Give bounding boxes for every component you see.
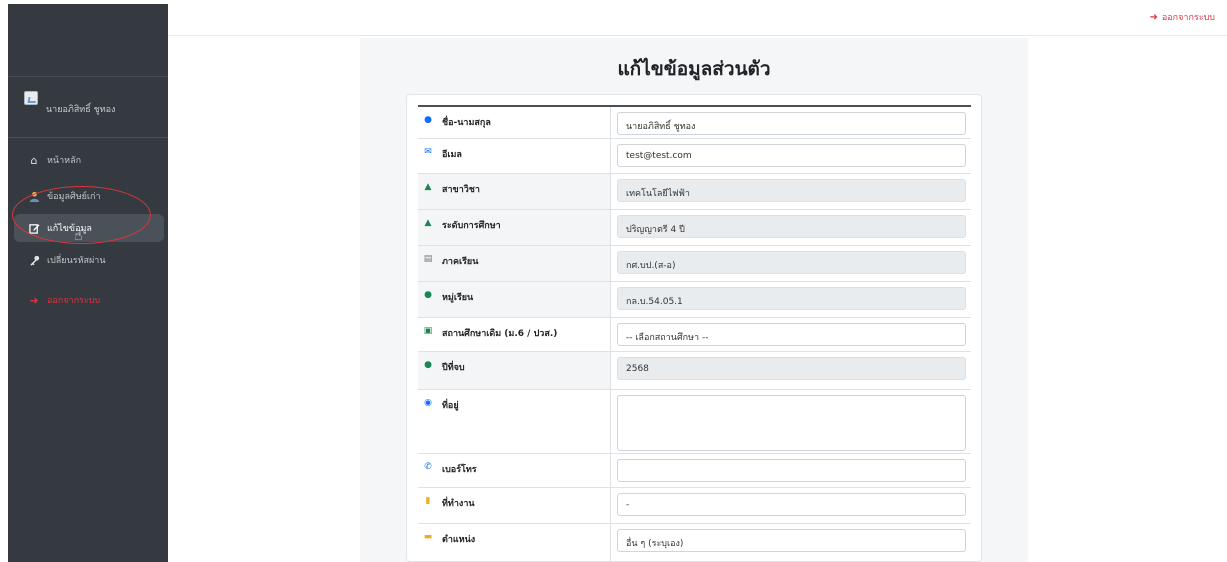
form-row-major: ▲ สาขาวิชา เทคโนโลยีไฟฟ้า [418,173,971,209]
major-field: เทคโนโลยีไฟฟ้า [617,179,966,202]
phone-icon: ✆ [424,462,432,472]
main-panel: แก้ไขข้อมูลส่วนตัว ● ชื่อ-นามสกุล นายอภิ… [360,38,1028,562]
form-row-workplace: ▮ ที่ทำงาน - [418,487,971,523]
users-icon: ● [424,290,432,300]
sidebar-logout-label: ออกจากระบบ [47,296,101,306]
sidebar-item-label: เปลี่ยนรหัสผ่าน [47,256,106,266]
form-row-address: ◉ ที่อยู่ [418,389,971,453]
home-icon: ⌂ [30,153,38,167]
topbar-logout-link[interactable]: ➜ ออกจากระบบ [1149,10,1215,24]
building-icon: ▮ [425,496,431,506]
sidebar-item-home[interactable]: ⌂ หน้าหลัก [14,146,164,174]
avatar [24,91,38,105]
sidebar-user-box: นายอภิสิทธิ์ ชูทอง [8,76,168,138]
previous-school-select[interactable]: -- เลือกสถานศึกษา -- [617,323,966,346]
map-marker-icon: ◉ [424,398,432,408]
form-label: ● ชื่อ-นามสกุล [418,107,611,138]
form-row-phone: ✆ เบอร์โทร [418,453,971,487]
form-label: ✉ อีเมล [418,139,611,173]
form-row-semester: ▤ ภาคเรียน กศ.บป.(ส-อ) [418,245,971,281]
form-label: ▲ สาขาวิชา [418,174,611,209]
class-group-field: กล.บ.54.05.1 [617,287,966,310]
form-row-fullname: ● ชื่อ-นามสกุล นายอภิสิทธิ์ ชูทอง [418,105,971,138]
form-label: ● ปีที่จบ [418,352,611,389]
position-select[interactable]: อื่น ๆ (ระบุเอง) [617,529,966,552]
sidebar-item-label: หน้าหลัก [47,156,82,166]
profile-form-card: ● ชื่อ-นามสกุล นายอภิสิทธิ์ ชูทอง ✉ อีเม… [406,94,982,562]
page-title: แก้ไขข้อมูลส่วนตัว [617,58,771,80]
graduation-year-field: 2568 [617,357,966,380]
address-textarea[interactable] [617,395,966,451]
phone-input[interactable] [617,459,966,482]
form-label: ▣ สถานศึกษาเดิม (ม.6 / ปวส.) [418,318,611,351]
topbar-logout-label: ออกจากระบบ [1161,13,1215,23]
sign-out-icon: ➜ [29,293,39,307]
envelope-icon: ✉ [424,147,432,157]
calendar-icon: ▤ [423,254,433,264]
workplace-input[interactable]: - [617,493,966,516]
education-level-field: ปริญญาตรี 4 ปี [617,215,966,238]
form-label: ✆ เบอร์โทร [418,454,611,487]
hand-cursor-icon: ☝ [74,228,83,244]
form-label: ● หมู่เรียน [418,282,611,317]
key-icon [27,254,41,266]
form-label: ▤ ภาคเรียน [418,246,611,281]
sidebar: นายอภิสิทธิ์ ชูทอง ⌂ หน้าหลัก ข้อมูลศิษย… [8,4,168,562]
form-row-position: ▬ ตำแหน่ง อื่น ๆ (ระบุเอง) [418,523,971,562]
award-icon: ● [424,360,432,370]
graduation-cap-icon: ▲ [424,182,432,192]
form-label: ◉ ที่อยู่ [418,390,611,453]
sidebar-logout-button[interactable]: ➜ ออกจากระบบ [14,286,164,314]
form-row-email: ✉ อีเมล test@test.com [418,138,971,173]
user-name: นายอภิสิทธิ์ ชูทอง [46,105,116,115]
sign-out-icon: ➜ [1149,11,1158,23]
fullname-input[interactable]: นายอภิสิทธิ์ ชูทอง [617,112,966,135]
id-card-icon: ▬ [423,532,433,542]
topbar: ➜ ออกจากระบบ [168,0,1227,36]
form-row-education-level: ▲ ระดับการศึกษา ปริญญาตรี 4 ปี [418,209,971,245]
form-label: ▮ ที่ทำงาน [418,488,611,523]
user-icon: ● [424,115,432,125]
form-row-class-group: ● หมู่เรียน กล.บ.54.05.1 [418,281,971,317]
email-input[interactable]: test@test.com [617,144,966,167]
semester-field: กศ.บป.(ส-อ) [617,251,966,274]
sidebar-item-change-password[interactable]: เปลี่ยนรหัสผ่าน [14,246,164,274]
form-row-previous-school: ▣ สถานศึกษาเดิม (ม.6 / ปวส.) -- เลือกสถา… [418,317,971,351]
form-row-graduation-year: ● ปีที่จบ 2568 [418,351,971,389]
graduation-cap-icon: ▲ [424,218,432,228]
form-label: ▲ ระดับการศึกษา [418,210,611,245]
school-icon: ▣ [423,326,433,336]
form-label: ▬ ตำแหน่ง [418,524,611,562]
app-root: นายอภิสิทธิ์ ชูทอง ⌂ หน้าหลัก ข้อมูลศิษย… [0,0,1227,562]
